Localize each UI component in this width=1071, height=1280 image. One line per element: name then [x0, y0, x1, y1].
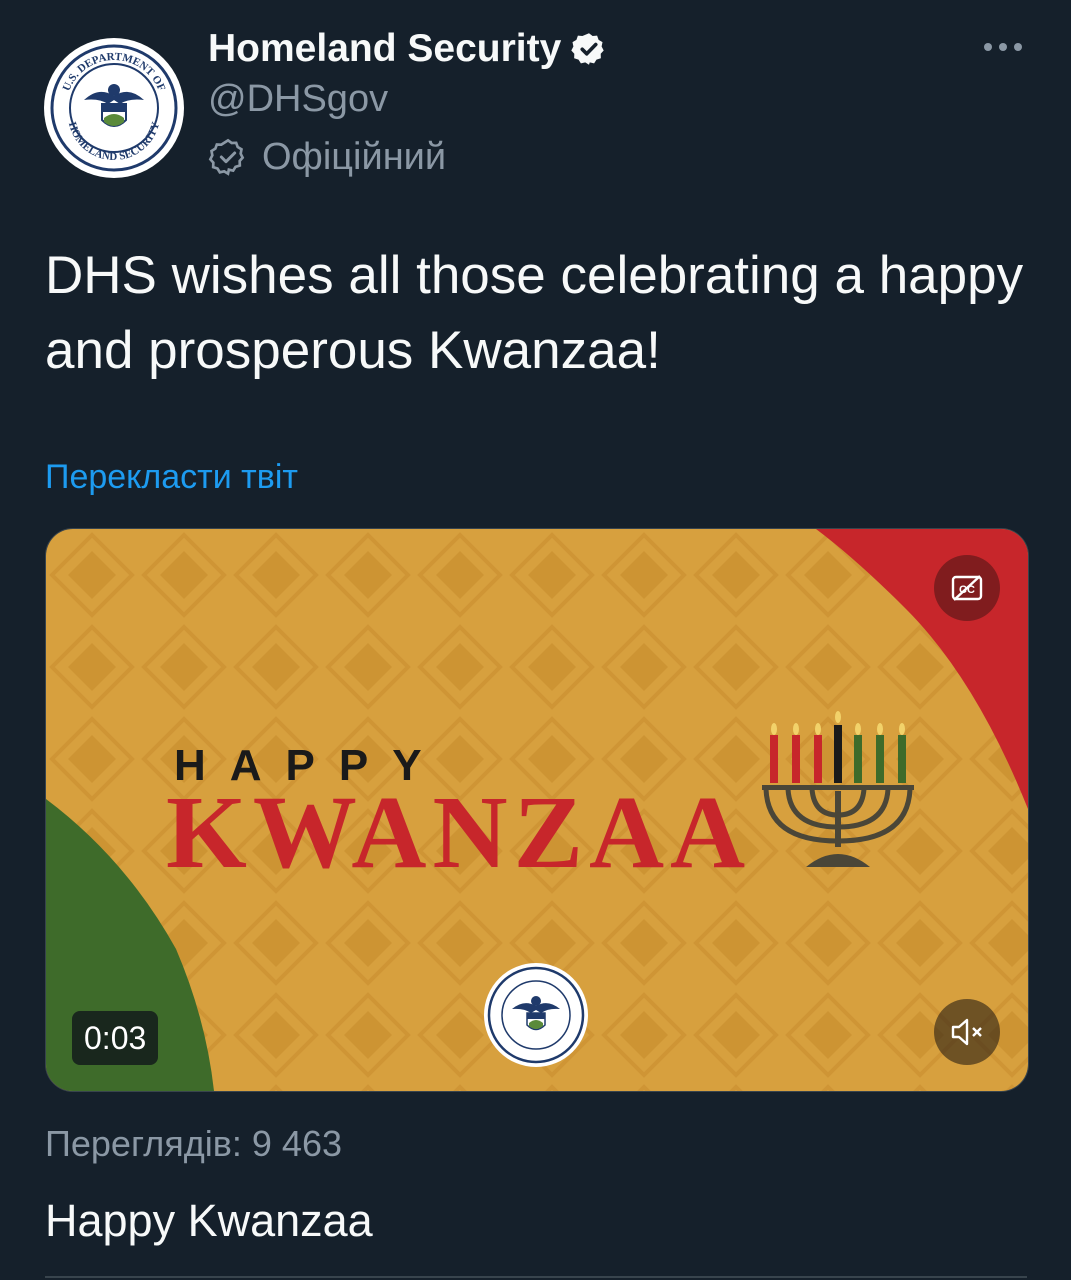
captions-button[interactable]: CC	[934, 555, 1000, 621]
divider	[45, 1276, 1027, 1278]
more-options-icon[interactable]	[982, 36, 1024, 58]
mute-toggle-button[interactable]	[934, 999, 1000, 1065]
dhs-seal-small-icon	[484, 963, 588, 1067]
author-display-name-row[interactable]: Homeland Security	[208, 26, 607, 72]
author-handle[interactable]: @DHSgov	[208, 76, 388, 122]
video-timer: 0:03	[72, 1011, 159, 1065]
video-kwanzaa-text: KWANZAA	[166, 775, 752, 890]
video-caption: Happy Kwanzaa	[45, 1195, 373, 1246]
official-label-row: Офіційний	[208, 134, 446, 180]
tweet-text: DHS wishes all those celebrating a happy…	[45, 246, 1024, 380]
official-badge-icon	[208, 138, 245, 176]
view-count: Переглядів: 9 463	[45, 1123, 342, 1164]
author-display-name[interactable]: Homeland Security	[208, 26, 561, 72]
author-avatar[interactable]: U.S. DEPARTMENT OF HOMELAND SECURITY	[44, 38, 184, 178]
dhs-seal-icon: U.S. DEPARTMENT OF HOMELAND SECURITY	[46, 40, 182, 176]
video-player[interactable]: HAPPY KWANZAA CC 0:03	[45, 528, 1029, 1092]
muted-speaker-icon	[951, 1018, 982, 1046]
closed-captions-off-icon: CC	[951, 575, 983, 601]
translate-tweet-link[interactable]: Перекласти твіт	[45, 456, 298, 498]
official-label: Офіційний	[262, 136, 447, 178]
verified-badge-icon	[571, 33, 604, 65]
